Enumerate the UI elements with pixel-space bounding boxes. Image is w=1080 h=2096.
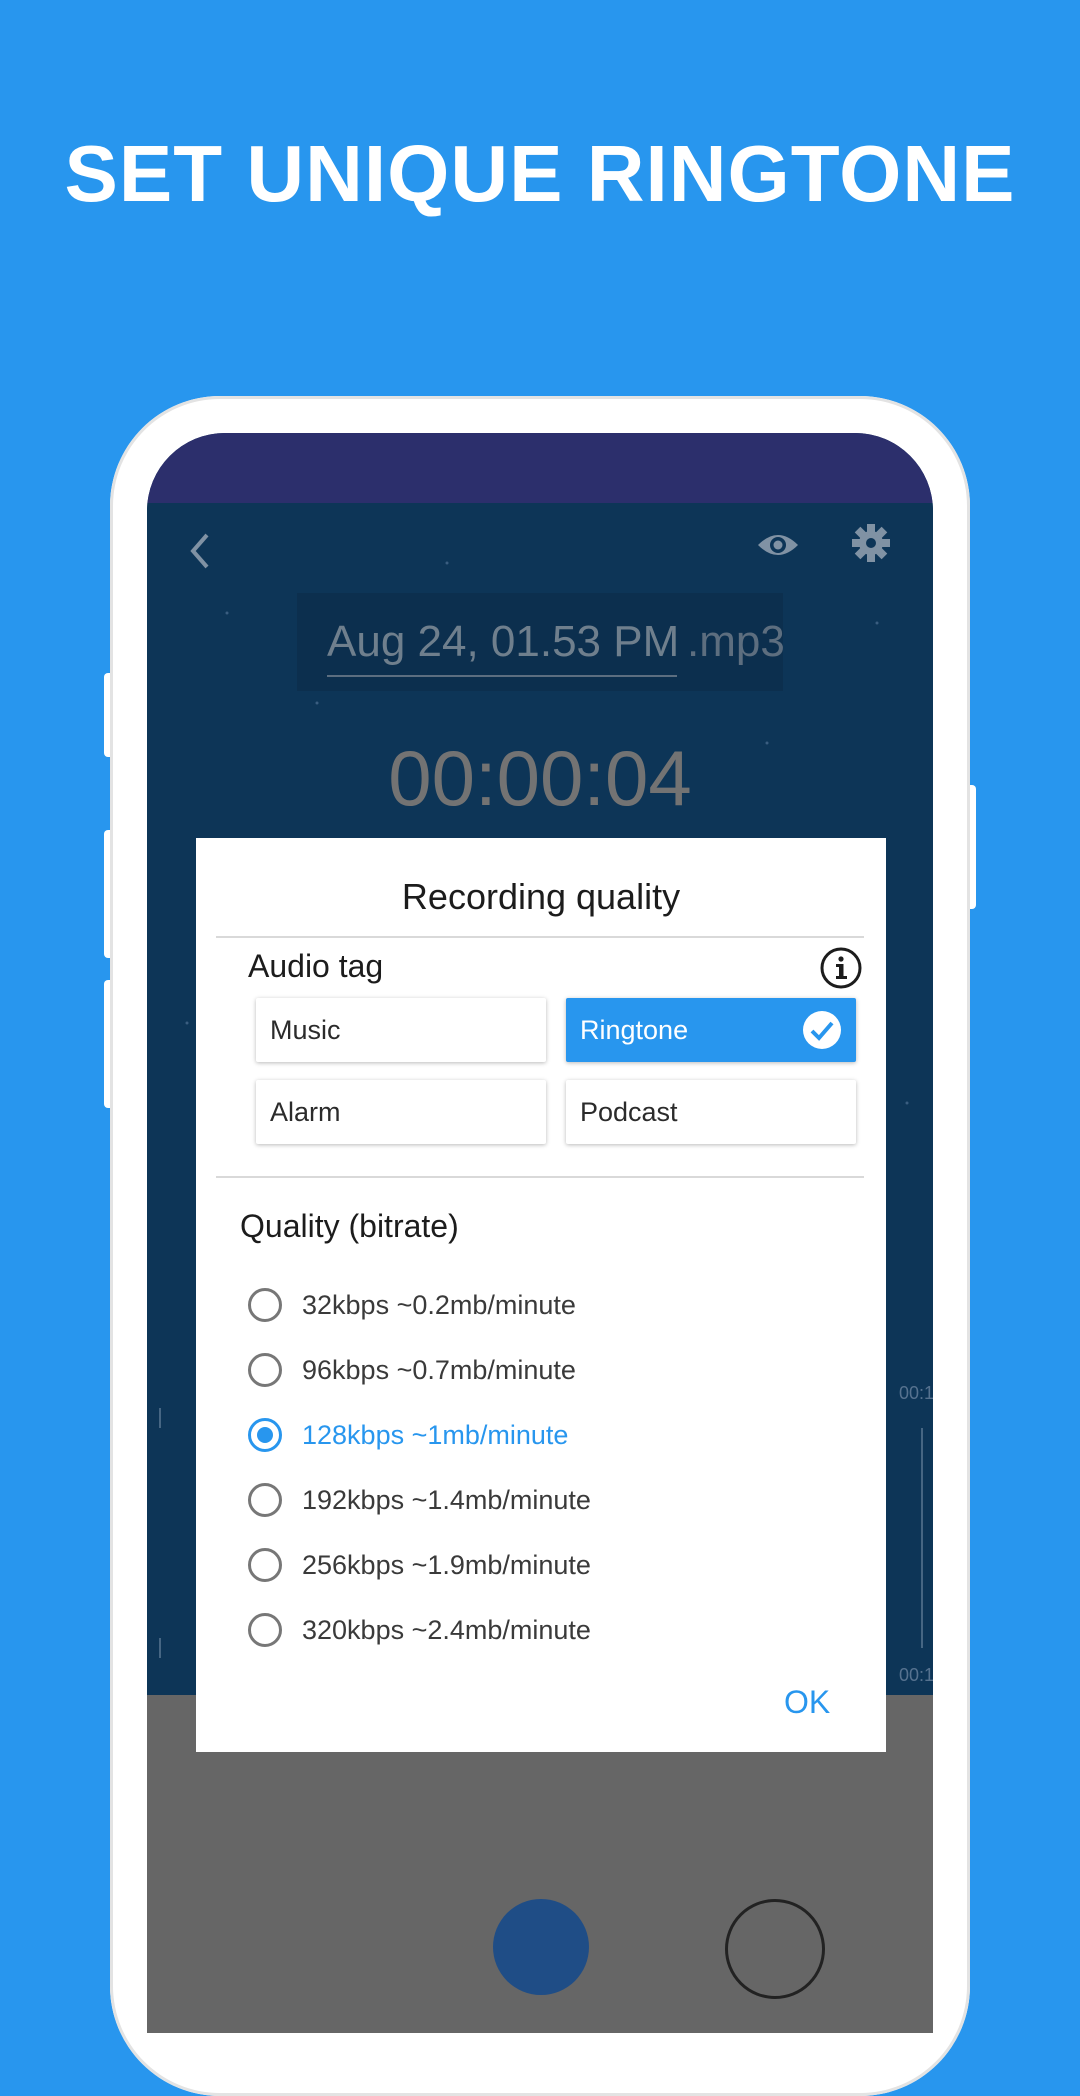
waveform-marker [159, 1408, 161, 1428]
waveform-marker [921, 1428, 923, 1648]
file-extension: .mp3 [687, 617, 785, 666]
headline: SET UNIQUE RINGTONE [64, 129, 1016, 218]
filename-underline [327, 675, 677, 677]
quality-option-label: 320kbps ~2.4mb/minute [302, 1615, 591, 1645]
record-button[interactable] [493, 1899, 589, 1995]
quality-option-label: 96kbps ~0.7mb/minute [302, 1355, 576, 1385]
quality-option-label: 32kbps ~0.2mb/minute [302, 1290, 576, 1320]
stop-button[interactable] [725, 1899, 825, 1999]
filename-text: Aug 24, 01.53 PM [327, 617, 680, 666]
tag-music[interactable]: Music [256, 998, 546, 1062]
radio-button[interactable] [248, 1353, 282, 1387]
radio-button-selected[interactable] [248, 1418, 282, 1452]
quality-option[interactable]: 192kbps ~1.4mb/minute [248, 1481, 808, 1525]
radio-button[interactable] [248, 1613, 282, 1647]
tag-alarm[interactable]: Alarm [256, 1080, 546, 1144]
waveform-time-label: 00:1 [899, 1665, 933, 1685]
status-bar [147, 433, 933, 503]
tag-label: Alarm [270, 1097, 341, 1127]
radio-button[interactable] [248, 1548, 282, 1582]
filename-field[interactable]: Aug 24, 01.53 PM .mp3 [297, 593, 785, 691]
quality-option-label: 192kbps ~1.4mb/minute [302, 1485, 591, 1515]
tag-ringtone[interactable]: Ringtone [566, 998, 856, 1062]
quality-option[interactable]: 320kbps ~2.4mb/minute [248, 1611, 808, 1655]
quality-option[interactable]: 32kbps ~0.2mb/minute [248, 1286, 808, 1330]
title-divider [216, 936, 864, 938]
tag-label: Ringtone [580, 1015, 689, 1045]
radio-button[interactable] [248, 1483, 282, 1517]
back-icon[interactable] [185, 529, 215, 573]
quality-option-label: 128kbps ~1mb/minute [302, 1420, 569, 1450]
waveform-marker [159, 1638, 161, 1658]
waveform-time-label: 00:1 [899, 1383, 933, 1403]
recording-quality-dialog: Recording quality Audio tag Music Ringto… [196, 838, 886, 1752]
tag-label: Podcast [580, 1097, 678, 1127]
quality-option[interactable]: 96kbps ~0.7mb/minute [248, 1351, 808, 1395]
audio-tag-label: Audio tag [248, 948, 384, 984]
eye-icon[interactable] [755, 525, 801, 565]
tag-label: Music [270, 1015, 341, 1045]
gear-icon[interactable] [851, 523, 891, 563]
radio-button[interactable] [248, 1288, 282, 1322]
quality-option[interactable]: 256kbps ~1.9mb/minute [248, 1546, 808, 1590]
dialog-title: Recording quality [401, 876, 681, 917]
check-circle-icon [803, 1011, 841, 1049]
section-divider [216, 1176, 864, 1178]
info-icon[interactable] [819, 946, 863, 990]
quality-option-selected[interactable]: 128kbps ~1mb/minute [248, 1416, 808, 1460]
tag-podcast[interactable]: Podcast [566, 1080, 856, 1144]
quality-label: Quality (bitrate) [240, 1208, 459, 1244]
quality-option-label: 256kbps ~1.9mb/minute [302, 1550, 591, 1580]
recording-timer: 00:00:04 [388, 734, 692, 822]
ok-button[interactable]: OK [784, 1684, 830, 1721]
